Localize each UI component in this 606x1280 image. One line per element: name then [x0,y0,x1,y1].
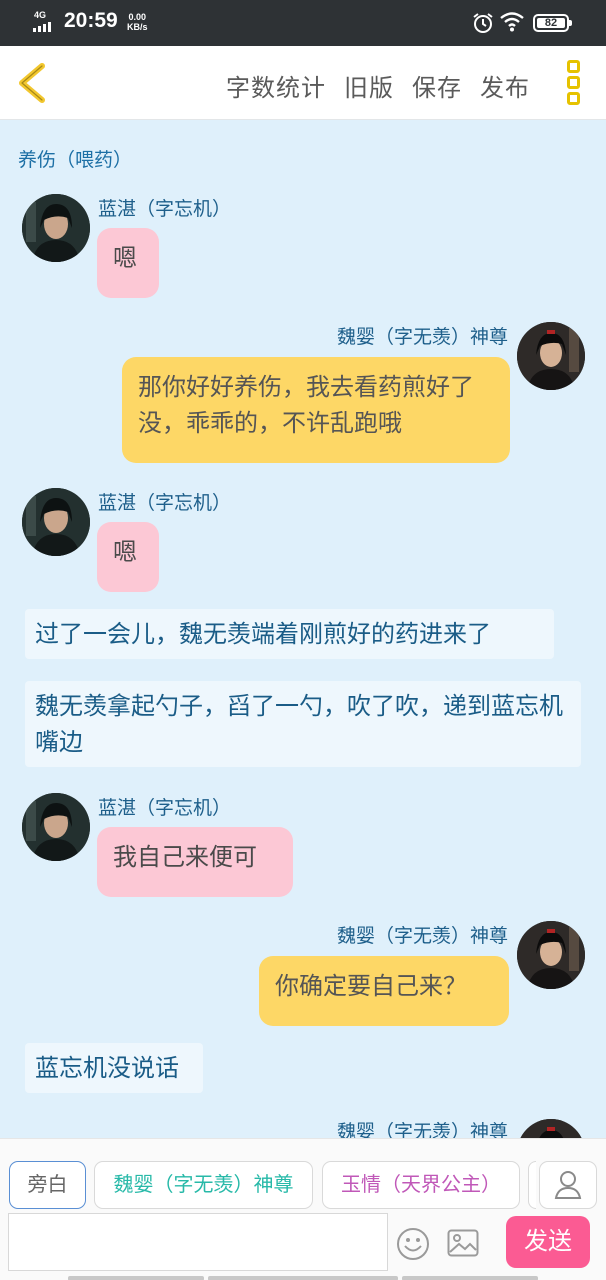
network-type: 4G [34,10,47,20]
avatar-weiying[interactable] [517,1119,585,1138]
scene-title: 养伤（喂药） [18,149,133,171]
role-chip-yuqing[interactable]: 玉情（天界公主） [322,1161,520,1209]
back-chevron-icon[interactable] [10,58,56,108]
alarm-icon [473,13,493,33]
avatar-lanzhan[interactable] [22,488,90,556]
message-bubble[interactable]: 那你好好养伤，我去看药煎好了没，乖乖的，不许乱跑哦 [122,357,510,463]
status-bar: 4G 20:59 0.00 KB/s 82 [0,0,606,46]
speaker-name: 蓝湛（字忘机） [98,492,232,514]
save-button[interactable]: 保存 [412,68,462,103]
speaker-name: 蓝湛（字忘机） [98,797,232,819]
narration-text[interactable]: 蓝忘机没说话 [25,1043,203,1093]
signal-icon: 4G [32,10,54,36]
person-icon [554,1171,582,1199]
toolbar-actions: 字数统计 旧版 保存 发布 [226,68,530,103]
message-bubble[interactable]: 嗯 [97,228,159,298]
speaker-name: 魏婴（字无羡）神尊 [336,925,508,947]
emoji-icon[interactable] [396,1227,430,1261]
scroll-indicator [402,1276,538,1280]
scroll-indicator [208,1276,398,1280]
publish-button[interactable]: 发布 [480,68,530,103]
composer-bar: 旁白 魏婴（字无羡）神尊 玉情（天界公主） 发送 [0,1138,606,1280]
clock: 20:59 [64,9,118,32]
scroll-indicator [68,1276,204,1280]
old-version-button[interactable]: 旧版 [344,68,394,103]
message-bubble[interactable]: 我自己来便可 [97,827,293,897]
message-bubble[interactable]: 嗯 [97,522,159,592]
wifi-icon [500,12,524,32]
add-role-button[interactable] [539,1161,597,1209]
chat-area[interactable]: 养伤（喂药） 蓝湛（字忘机） 嗯 魏婴（字无羡）神尊 那你好好养伤，我去看药煎好… [0,121,606,1138]
role-chip-narrator[interactable]: 旁白 [9,1161,86,1209]
speaker-name: 蓝湛（字忘机） [98,198,232,220]
narration-text[interactable]: 过了一会儿，魏无羡端着刚煎好的药进来了 [25,609,554,659]
network-speed: 0.00 KB/s [127,12,148,32]
message-input[interactable] [8,1213,388,1271]
battery-level: 82 [544,17,558,29]
avatar-weiying[interactable] [517,322,585,390]
avatar-weiying[interactable] [517,921,585,989]
more-menu-icon[interactable] [560,60,586,106]
avatar-lanzhan[interactable] [22,793,90,861]
narration-text[interactable]: 魏无羡拿起勺子，舀了一勺，吹了吹，递到蓝忘机嘴边 [25,681,581,767]
top-toolbar: 字数统计 旧版 保存 发布 [0,46,606,120]
role-chip-weiying[interactable]: 魏婴（字无羡）神尊 [94,1161,313,1209]
speaker-name: 魏婴（字无羡）神尊 [336,1121,508,1138]
role-chip-partial[interactable] [528,1161,536,1209]
speaker-name: 魏婴（字无羡）神尊 [336,326,508,348]
message-bubble[interactable]: 你确定要自己来？ [259,956,509,1026]
image-icon[interactable] [447,1229,479,1257]
send-button[interactable]: 发送 [506,1216,590,1268]
avatar-lanzhan[interactable] [22,194,90,262]
battery-icon: 82 [533,14,572,32]
word-count-button[interactable]: 字数统计 [226,68,326,103]
